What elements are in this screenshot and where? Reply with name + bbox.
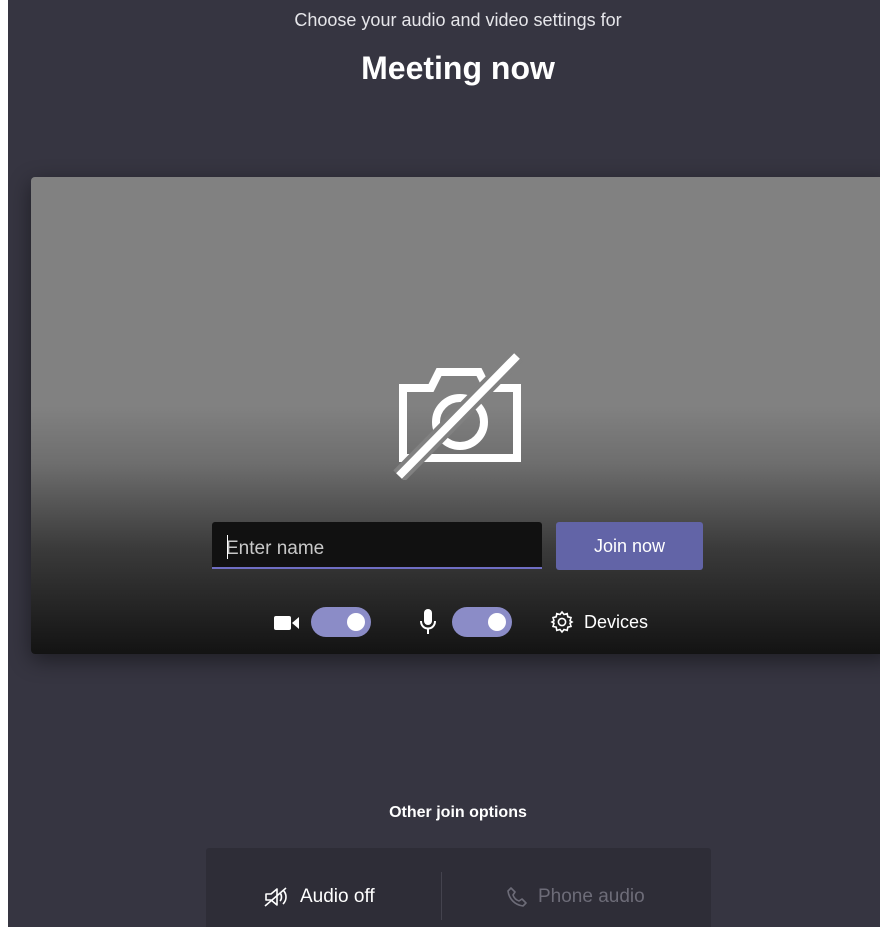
pre-join-screen: Choose your audio and video settings for… xyxy=(8,0,880,927)
camera-toggle-knob xyxy=(347,613,365,631)
options-divider xyxy=(441,872,442,920)
microphone-toggle-knob xyxy=(488,613,506,631)
meeting-title: Meeting now xyxy=(361,50,555,86)
name-input[interactable] xyxy=(212,522,542,569)
camera-off-icon xyxy=(393,350,523,480)
audio-off-label: Audio off xyxy=(300,886,375,907)
text-caret xyxy=(227,535,228,559)
speaker-off-icon xyxy=(264,887,287,907)
phone-audio-option[interactable]: Phone audio xyxy=(506,884,645,910)
page-subtitle: Choose your audio and video settings for xyxy=(294,10,622,30)
phone-audio-label: Phone audio xyxy=(538,886,645,907)
camera-toggle[interactable] xyxy=(311,607,371,637)
video-preview: Join now Devi xyxy=(31,177,880,654)
gear-icon[interactable] xyxy=(550,610,574,634)
video-camera-icon xyxy=(274,616,299,630)
other-join-options-title: Other join options xyxy=(389,804,527,821)
microphone-toggle[interactable] xyxy=(452,607,512,637)
microphone-icon xyxy=(420,609,436,634)
devices-button[interactable]: Devices xyxy=(584,612,648,633)
join-now-button[interactable]: Join now xyxy=(556,522,703,570)
audio-off-option[interactable]: Audio off xyxy=(264,884,375,910)
phone-icon xyxy=(507,887,527,907)
device-controls: Devices xyxy=(31,605,880,641)
other-join-options-bar: Audio off Phone audio xyxy=(206,848,711,927)
